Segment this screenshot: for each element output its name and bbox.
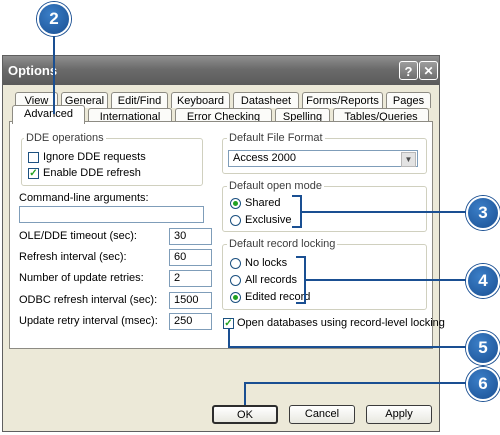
odbc-refresh-label: ODBC refresh interval (sec): (19, 294, 158, 306)
callout-6-line-v (244, 382, 246, 405)
cmdline-label: Command-line arguments: (19, 192, 149, 204)
ignore-dde-checkbox[interactable] (28, 152, 39, 163)
all-records-radio[interactable] (230, 275, 241, 286)
cmdline-input[interactable] (19, 206, 204, 223)
exclusive-label: Exclusive (245, 214, 292, 226)
no-locks-radio[interactable] (230, 258, 241, 269)
enable-dde-label: Enable DDE refresh (43, 167, 141, 179)
update-retries-label: Number of update retries: (19, 272, 144, 284)
odbc-refresh-input[interactable]: 1500 (169, 292, 212, 309)
callout-2-line (53, 36, 55, 114)
callout-6: 6 (466, 367, 500, 401)
callout-4-line (306, 279, 466, 281)
enable-dde-checkbox[interactable]: ✓ (28, 168, 39, 179)
callout-3-line (302, 211, 466, 213)
apply-button[interactable]: Apply (366, 405, 432, 424)
refresh-interval-label: Refresh interval (sec): (19, 251, 127, 263)
file-format-label: Default File Format (227, 132, 325, 144)
callout-2: 2 (37, 2, 71, 36)
callout-5-line-v (228, 328, 230, 348)
shared-label: Shared (245, 197, 281, 209)
exclusive-radio[interactable] (230, 215, 241, 226)
callout-3-bracket (292, 195, 302, 228)
callout-4: 4 (466, 264, 500, 298)
ok-button[interactable]: OK (212, 405, 278, 424)
refresh-interval-input[interactable]: 60 (169, 249, 212, 266)
edited-record-radio[interactable] (230, 292, 241, 303)
cancel-button[interactable]: Cancel (289, 405, 355, 424)
open-mode-label: Default open mode (227, 180, 324, 192)
tab-advanced[interactable]: Advanced (12, 105, 85, 124)
callout-4-bracket (296, 256, 306, 304)
all-records-label: All records (245, 274, 297, 286)
dde-group-label: DDE operations (24, 132, 106, 144)
file-format-select[interactable]: Access 2000 ▼ (228, 150, 418, 167)
update-retries-input[interactable]: 2 (169, 270, 212, 287)
retry-interval-input[interactable]: 250 (169, 313, 212, 330)
record-locking-label: Default record locking (227, 238, 338, 250)
file-format-value: Access 2000 (233, 152, 296, 164)
ole-timeout-input[interactable]: 30 (169, 228, 212, 245)
ole-timeout-label: OLE/DDE timeout (sec): (19, 230, 137, 242)
shared-radio[interactable] (230, 198, 241, 209)
no-locks-label: No locks (245, 257, 288, 269)
callout-3: 3 (466, 196, 500, 230)
retry-interval-label: Update retry interval (msec): (19, 315, 158, 327)
callout-5: 5 (466, 331, 500, 365)
callout-5-line-h (228, 346, 466, 348)
ignore-dde-label: Ignore DDE requests (43, 151, 146, 163)
chevron-down-icon[interactable]: ▼ (401, 152, 416, 167)
callout-6-line-h (244, 382, 466, 384)
record-level-label: Open databases using record-level lockin… (237, 317, 445, 329)
